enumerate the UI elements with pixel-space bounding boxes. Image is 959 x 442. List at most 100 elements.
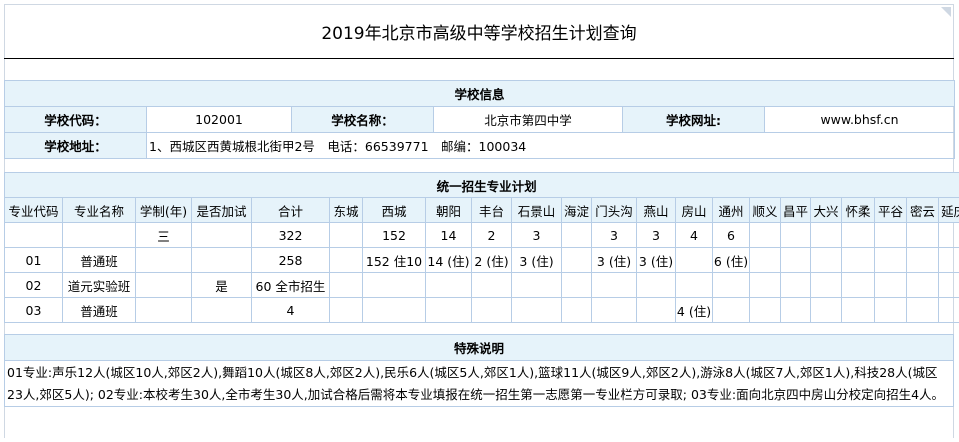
table-cell (362, 272, 426, 298)
table-cell: 322 (251, 222, 330, 248)
table-cell (135, 247, 192, 273)
plan-column-header: 门头沟 (591, 197, 637, 223)
table-cell (937, 297, 959, 323)
page-title: 2019年北京市高级中等学校招生计划查询 (321, 23, 637, 44)
school-site-label: 学校网址: (622, 106, 765, 133)
table-cell (191, 247, 252, 273)
table-cell (841, 297, 875, 323)
corner-marker-icon (941, 7, 951, 17)
table-cell: 6 (712, 222, 750, 248)
table-cell (636, 272, 676, 298)
plan-column-header: 朝阳 (425, 197, 472, 223)
plan-column-header: 是否加试 (191, 197, 252, 223)
table-cell (561, 297, 592, 323)
table-cell: 4 (住) (675, 297, 713, 323)
table-cell: 03 (4, 297, 63, 323)
table-cell (906, 222, 939, 248)
table-cell (191, 297, 252, 323)
plan-column-header: 房山 (675, 197, 713, 223)
table-row: 三 322 152 14 2 3 3 3 4 6 (4, 222, 959, 248)
table-cell (874, 272, 907, 298)
table-cell: 普通班 (62, 297, 136, 323)
table-cell (561, 222, 592, 248)
table-cell: 三 (135, 222, 192, 248)
table-cell (810, 222, 842, 248)
table-cell (471, 272, 512, 298)
table-cell (591, 297, 637, 323)
table-cell (712, 297, 750, 323)
plan-column-header: 延庆 (937, 197, 959, 223)
table-cell (511, 272, 562, 298)
table-cell: 是 (191, 272, 252, 298)
plan-column-header: 石景山 (511, 197, 562, 223)
plan-header: 统一招生专业计划 (3, 172, 959, 198)
table-cell (810, 247, 842, 273)
table-cell (906, 272, 939, 298)
table-cell (937, 222, 959, 248)
table-cell (841, 272, 875, 298)
plan-column-header: 东城 (329, 197, 363, 223)
table-cell (906, 297, 939, 323)
table-cell: 152 住10 (362, 247, 426, 273)
table-cell: 3 (511, 222, 562, 248)
school-name-value: 北京市第四中学 (433, 106, 623, 133)
table-cell: 2 (住) (471, 247, 512, 273)
table-cell: 3 (住) (591, 247, 637, 273)
table-cell: 14 (住) (425, 247, 472, 273)
table-cell (810, 297, 842, 323)
school-name-label: 学校名称： (291, 106, 434, 133)
table-cell: 14 (425, 222, 472, 248)
table-cell (937, 272, 959, 298)
plan-column-header: 昌平 (780, 197, 811, 223)
table-cell (329, 272, 363, 298)
table-cell (874, 222, 907, 248)
table-cell: 2 (471, 222, 512, 248)
table-cell (135, 272, 192, 298)
plan-column-header: 燕山 (636, 197, 676, 223)
plan-column-header: 专业名称 (62, 197, 136, 223)
table-cell: 道元实验班 (62, 272, 136, 298)
plan-column-header: 大兴 (810, 197, 842, 223)
table-row: 02 道元实验班 是 60 全市招生 (4, 272, 959, 298)
table-cell (780, 222, 811, 248)
plan-column-header: 怀柔 (841, 197, 875, 223)
notes-text: 01专业:声乐12人(城区10人,郊区2人),舞蹈10人(城区8人,郊区2人),… (4, 360, 954, 407)
table-cell: 02 (4, 272, 63, 298)
table-row: 01 普通班 258 152 住10 14 (住) 2 (住) 3 (住) 3 (住) 3 (住… (4, 247, 959, 273)
table-cell (329, 297, 363, 323)
table-cell: 6 (住) (712, 247, 750, 273)
table-cell (191, 222, 252, 248)
plan-column-header: 丰台 (471, 197, 512, 223)
table-cell (329, 247, 363, 273)
table-cell (906, 247, 939, 273)
table-cell (749, 222, 781, 248)
table-cell (874, 247, 907, 273)
table-cell (471, 297, 512, 323)
school-info-table: 学校信息 学校代码： 102001 学校名称： 北京市第四中学 学校网址: ww… (3, 80, 956, 159)
table-cell (591, 272, 637, 298)
school-site-value[interactable]: www.bhsf.cn (763, 106, 956, 133)
plan-column-header: 海淀 (561, 197, 592, 223)
table-cell: 3 (住) (636, 247, 676, 273)
table-cell: 4 (675, 222, 713, 248)
table-cell (329, 222, 363, 248)
plan-column-headers: 专业代码 专业名称 学制(年) 是否加试 合计 东城 西城 朝阳 丰台 石景山 海淀 门头沟 燕山 房山通… (4, 197, 959, 223)
table-cell (712, 272, 750, 298)
notes-header: 特殊说明 (4, 334, 954, 361)
table-cell (780, 272, 811, 298)
school-info-header: 学校信息 (3, 80, 956, 107)
table-cell (749, 247, 781, 273)
table-cell: 01 (4, 247, 63, 273)
plan-column-header: 密云 (906, 197, 939, 223)
table-row: 03 普通班 4 4 (住) (4, 297, 959, 323)
table-cell: 普通班 (62, 247, 136, 273)
table-cell (62, 222, 136, 248)
table-cell (749, 297, 781, 323)
table-cell (810, 272, 842, 298)
table-cell: 3 (住) (511, 247, 562, 273)
school-code-label: 学校代码： (4, 106, 147, 133)
table-cell (675, 247, 713, 273)
table-cell: 152 (362, 222, 426, 248)
table-cell: 4 (251, 297, 330, 323)
table-cell (135, 297, 192, 323)
